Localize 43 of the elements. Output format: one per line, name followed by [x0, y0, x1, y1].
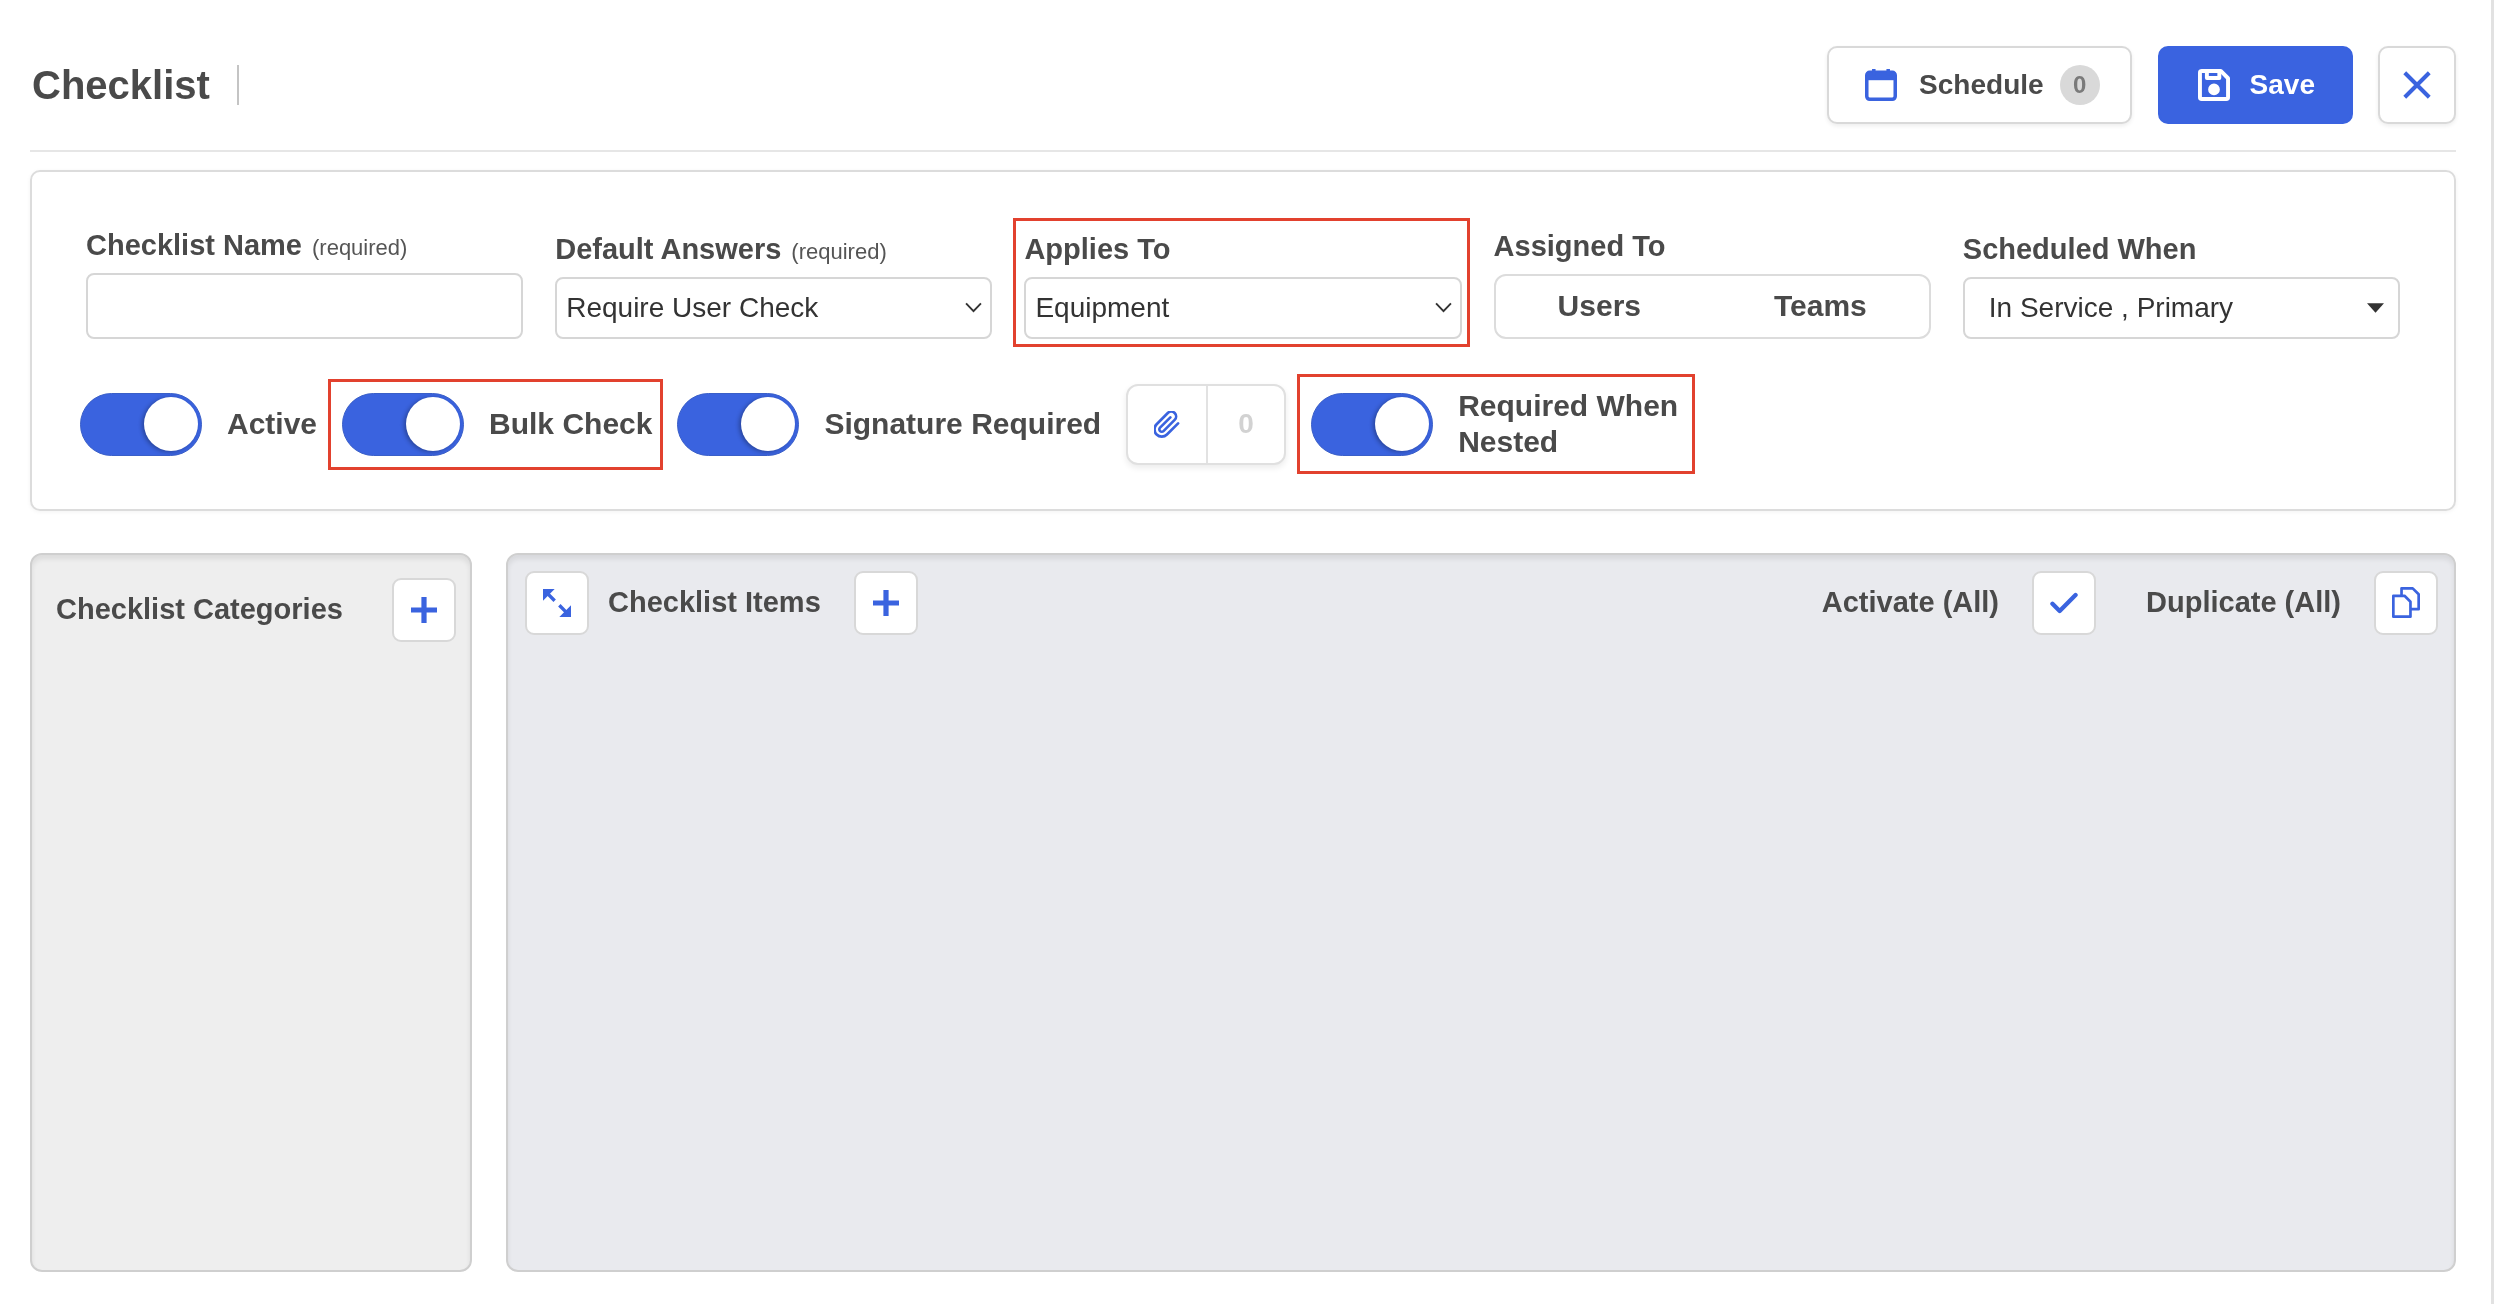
add-button[interactable] [392, 577, 456, 642]
required-hint: (required) [791, 239, 887, 266]
required-hint: (required) [312, 235, 408, 262]
checkmark-icon [2050, 591, 2079, 614]
close-button[interactable] [2378, 46, 2456, 124]
toggle-label: Active [227, 406, 318, 443]
toggle-label: Signature Required [824, 406, 1102, 443]
chevron-down-icon [965, 302, 983, 314]
action-label: Duplicate (All) [2146, 586, 2341, 620]
save-button[interactable]: Save [2157, 46, 2353, 124]
segment-option[interactable]: Teams [1751, 283, 1889, 330]
dropdown-field[interactable]: In Service , Primary [1962, 276, 2400, 339]
field-label: Applies To [1024, 232, 1171, 267]
expand-arrows-icon [543, 588, 571, 617]
duplicate-all-button[interactable] [2374, 570, 2438, 635]
select-field[interactable]: Equipment [1024, 276, 1462, 339]
expand-button[interactable] [525, 570, 589, 635]
paperclip-icon [1154, 410, 1181, 438]
action-label: Activate (All) [1821, 586, 2000, 620]
close-icon [2403, 71, 2431, 99]
activate-all-button[interactable] [2032, 570, 2097, 635]
add-button[interactable] [853, 570, 918, 635]
field-label: Scheduled When [1962, 232, 2197, 267]
save-icon [2197, 69, 2230, 101]
plus-icon [411, 596, 437, 623]
panel-title: Checklist Items [608, 586, 821, 620]
segment-option[interactable]: Users [1535, 283, 1663, 330]
chevron-down-icon [1434, 302, 1452, 314]
schedule-button[interactable]: Schedule 0 [1827, 46, 2132, 124]
field-label: Assigned To [1493, 229, 1666, 264]
copy-icon [2392, 587, 2420, 619]
caret-down-icon [2367, 302, 2384, 313]
toggle-label: Required When Nested [1458, 388, 1680, 461]
select-field[interactable]: Require User Check [555, 276, 993, 339]
panel-title: Checklist Categories [56, 593, 343, 627]
calendar-icon [1865, 69, 1898, 101]
toggle-label: Bulk Check [489, 406, 653, 443]
text-input-field[interactable] [86, 272, 524, 339]
plus-icon [872, 589, 899, 616]
field-label: Default Answers [555, 232, 782, 267]
page-title: Checklist [32, 62, 210, 109]
field-label: Checklist Name [86, 228, 302, 263]
count-badge: 0 [2059, 65, 2100, 105]
